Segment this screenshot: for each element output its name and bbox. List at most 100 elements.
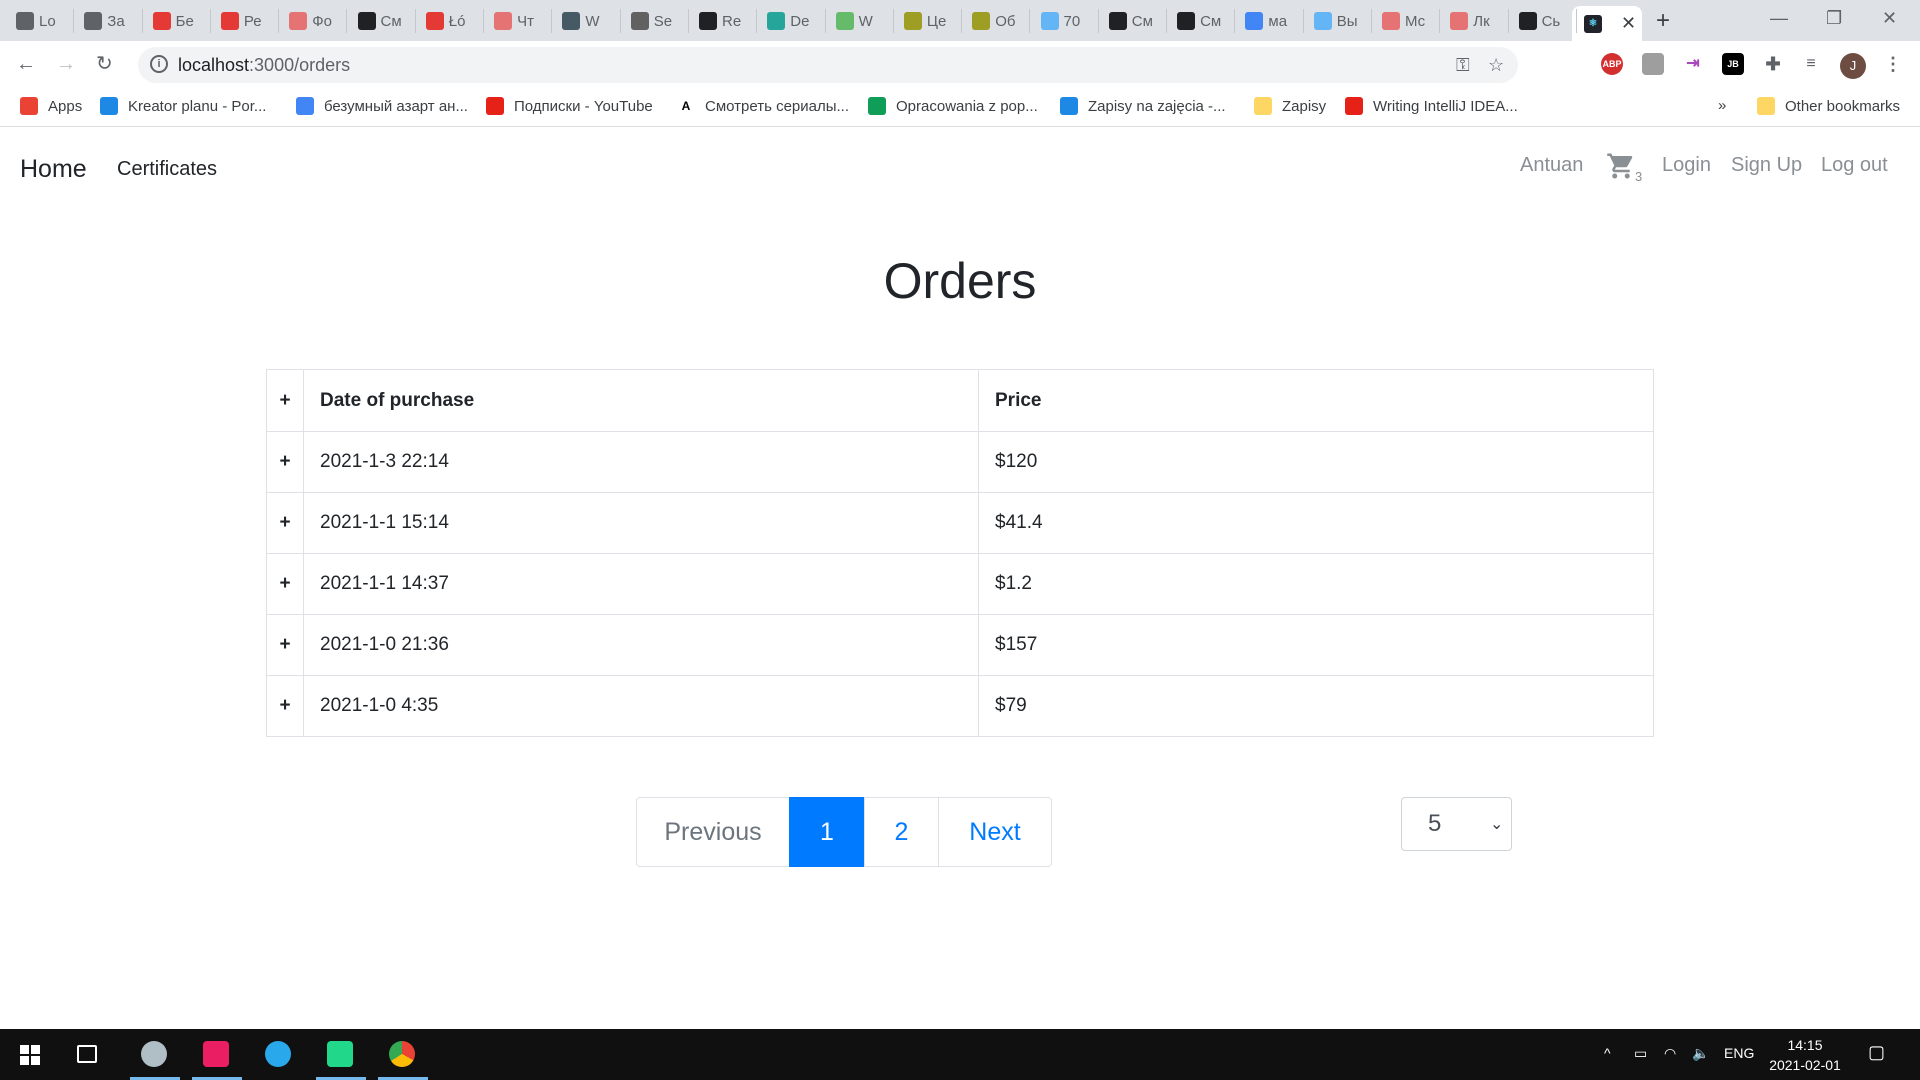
paint-app-icon[interactable] [141, 1041, 167, 1067]
url-path: :3000/orders [249, 55, 351, 75]
browser-tab[interactable]: Лк [1440, 9, 1509, 33]
expand-row-button[interactable]: + [266, 431, 304, 493]
browser-tab[interactable]: См [1099, 9, 1168, 33]
extension-icon[interactable] [1642, 53, 1664, 75]
previous-page-button[interactable]: Previous [636, 797, 790, 867]
browser-tab[interactable]: Фо [279, 9, 348, 33]
browser-tab[interactable]: Вы [1304, 9, 1372, 33]
other-bookmarks[interactable]: Other bookmarks [1757, 97, 1900, 115]
bookmark-label: Writing IntelliJ IDEA... [1373, 97, 1518, 115]
notifications-icon[interactable]: ▢ [1868, 1042, 1885, 1063]
browser-tab[interactable]: ма [1235, 9, 1304, 33]
expand-row-button[interactable]: + [266, 614, 304, 676]
windows-start-icon[interactable] [20, 1045, 40, 1065]
expand-all-button[interactable]: + [266, 369, 304, 432]
browser-tab[interactable]: См [1167, 9, 1236, 33]
nav-user-link[interactable]: Antuan [1520, 154, 1583, 177]
intellij-app-icon[interactable] [203, 1041, 229, 1067]
browser-tab[interactable]: Se [621, 9, 689, 33]
browser-tab[interactable]: Łó [416, 9, 485, 33]
bookmark-item[interactable]: Zapisy [1254, 97, 1326, 115]
nav-logout-link[interactable]: Log out [1821, 154, 1888, 177]
menu-kebab-icon[interactable]: ⋮ [1882, 53, 1904, 75]
maximize-icon[interactable]: ❐ [1826, 8, 1842, 29]
battery-icon[interactable]: ▭ [1634, 1045, 1647, 1062]
react-icon [767, 12, 786, 30]
volume-icon[interactable]: 🔈 [1692, 1045, 1709, 1062]
reload-icon[interactable]: ↻ [96, 53, 113, 75]
expand-row-button[interactable]: + [266, 675, 304, 737]
profile-avatar[interactable]: J [1840, 53, 1866, 79]
site-info-icon[interactable]: i [150, 55, 168, 73]
nav-signup-link[interactable]: Sign Up [1731, 154, 1802, 177]
bookmark-item[interactable]: Opracowania z pop... [868, 97, 1038, 115]
browser-tab[interactable]: W [552, 9, 621, 33]
wifi-icon[interactable]: ◠ [1664, 1045, 1676, 1062]
minimize-icon[interactable]: — [1770, 8, 1788, 29]
webstorm-app-icon[interactable] [327, 1041, 353, 1067]
usos-icon [100, 97, 118, 115]
tab-title: W [585, 12, 600, 30]
bookmark-item[interactable]: Kreator planu - Por... [100, 97, 266, 115]
browser-tab[interactable]: Lo [6, 9, 75, 33]
expand-row-button[interactable]: + [266, 553, 304, 615]
extension-arrow-icon[interactable]: ⇥ [1682, 53, 1704, 75]
page-1-button[interactable]: 1 [789, 797, 865, 867]
adblock-extension-icon[interactable]: ABP [1601, 53, 1623, 75]
address-bar[interactable]: i localhost:3000/orders ⚿ ☆ [138, 47, 1518, 83]
bookmark-item[interactable]: A Смотреть сериалы... [677, 97, 849, 115]
page-size-select[interactable]: 5 ⌄ [1401, 797, 1512, 851]
bookmark-item[interactable]: Zapisy na zajęcia -... [1060, 97, 1226, 115]
browser-tab[interactable]: За [74, 9, 143, 33]
bookmark-item[interactable]: Writing IntelliJ IDEA... [1345, 97, 1518, 115]
telegram-app-icon[interactable] [265, 1041, 291, 1067]
tab-title: См [380, 12, 402, 30]
back-icon[interactable]: ← [16, 53, 36, 75]
more-bookmarks-button[interactable]: » [1718, 97, 1726, 114]
language-indicator[interactable]: ENG [1724, 1045, 1754, 1061]
k-icon [562, 12, 581, 30]
expand-row-button[interactable]: + [266, 492, 304, 554]
jetbrains-extension-icon[interactable]: JB [1722, 53, 1744, 75]
coin-icon [903, 12, 922, 30]
forward-icon[interactable]: → [56, 53, 76, 75]
password-key-icon[interactable]: ⚿ [1456, 55, 1470, 76]
reading-list-icon[interactable]: ≡ [1800, 53, 1822, 75]
chrome-app-icon[interactable] [389, 1041, 415, 1067]
browser-tab[interactable]: Це [894, 9, 963, 33]
bookmark-item[interactable]: Подписки - YouTube [486, 97, 653, 115]
new-tab-button[interactable]: + [1656, 9, 1670, 33]
browser-tab[interactable]: Бе [143, 9, 211, 33]
active-tab[interactable]: ⚛ ✕ [1572, 6, 1642, 41]
bookmark-item[interactable]: Apps [20, 97, 82, 115]
browser-tab[interactable]: См [348, 9, 416, 33]
browser-tab[interactable]: W [826, 9, 894, 33]
browser-tab[interactable]: Ре [211, 9, 280, 33]
page-2-button[interactable]: 2 [864, 797, 939, 867]
nav-login-link[interactable]: Login [1662, 154, 1711, 177]
browser-tab[interactable]: Мс [1372, 9, 1441, 33]
close-window-icon[interactable]: ✕ [1882, 8, 1897, 29]
hd-icon [1108, 12, 1127, 30]
browser-tab[interactable]: Об [962, 9, 1031, 33]
bookmark-star-icon[interactable]: ☆ [1488, 55, 1504, 76]
cart-icon[interactable] [1605, 151, 1637, 181]
browser-tab[interactable]: 70 [1031, 9, 1099, 33]
tray-chevron-icon[interactable]: ^ [1604, 1045, 1611, 1061]
browser-tab[interactable]: De [757, 9, 826, 33]
order-date: 2021-1-0 4:35 [303, 675, 979, 737]
nav-certificates-link[interactable]: Certificates [117, 158, 217, 181]
task-view-icon[interactable] [77, 1045, 97, 1063]
taskbar-clock[interactable]: 14:15 2021-02-01 [1765, 1035, 1845, 1075]
camera-icon [699, 12, 717, 30]
browser-tab[interactable]: Re [689, 9, 758, 33]
extensions-puzzle-icon[interactable]: ✚ [1762, 53, 1784, 75]
bookmark-item[interactable]: безумный азарт ан... [296, 97, 468, 115]
close-tab-icon[interactable]: ✕ [1621, 13, 1636, 34]
next-page-button[interactable]: Next [938, 797, 1052, 867]
nav-home-link[interactable]: Home [20, 155, 87, 184]
url-host: localhost [178, 55, 250, 75]
browser-tab[interactable]: Сь [1509, 9, 1577, 33]
t-icon [1450, 12, 1469, 30]
browser-tab[interactable]: Чт [484, 9, 553, 33]
